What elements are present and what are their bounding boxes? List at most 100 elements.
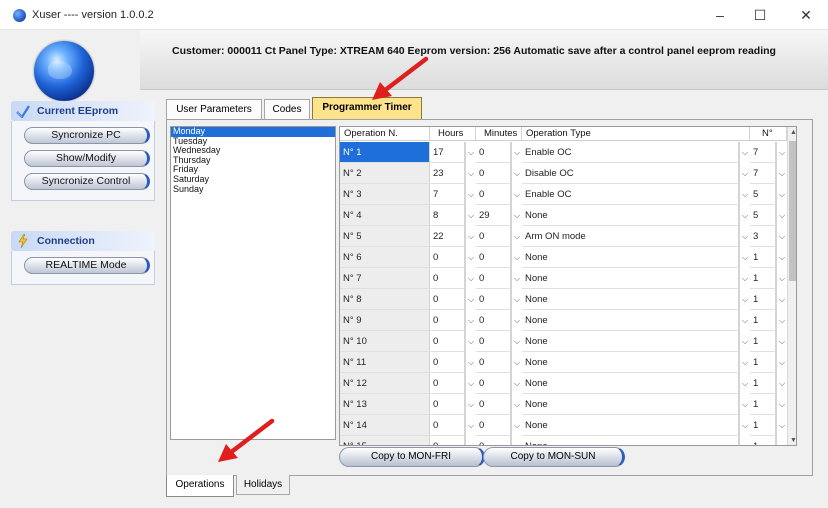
- table-row[interactable]: N° 12 0 ⌵ 0 ⌵ None ⌵ 1 ⌵: [340, 373, 796, 394]
- hours-dropdown-icon[interactable]: ⌵: [465, 163, 476, 184]
- operation-type-dropdown-icon[interactable]: ⌵: [739, 352, 750, 373]
- table-row[interactable]: N° 3 7 ⌵ 0 ⌵ Enable OC ⌵ 5 ⌵: [340, 184, 796, 205]
- operation-number-cell[interactable]: N° 3: [340, 184, 430, 205]
- operation-type-dropdown-icon[interactable]: ⌵: [739, 205, 750, 226]
- operation-type-select[interactable]: None: [522, 205, 739, 226]
- minutes-select[interactable]: 0: [476, 373, 511, 394]
- operation-number-cell[interactable]: N° 10: [340, 331, 430, 352]
- copy-mon-fri-button[interactable]: Copy to MON-FRI: [339, 447, 485, 467]
- scroll-up-icon[interactable]: ▲: [788, 127, 796, 139]
- number-select[interactable]: 5: [750, 184, 776, 205]
- number-dropdown-icon[interactable]: ⌵: [776, 352, 787, 373]
- number-dropdown-icon[interactable]: ⌵: [776, 436, 787, 445]
- operation-number-cell[interactable]: N° 5: [340, 226, 430, 247]
- operation-type-select[interactable]: Arm ON mode: [522, 226, 739, 247]
- operation-type-dropdown-icon[interactable]: ⌵: [739, 289, 750, 310]
- hours-dropdown-icon[interactable]: ⌵: [465, 142, 476, 163]
- minutes-dropdown-icon[interactable]: ⌵: [511, 415, 522, 436]
- table-row[interactable]: N° 9 0 ⌵ 0 ⌵ None ⌵ 1 ⌵: [340, 310, 796, 331]
- hours-select[interactable]: 0: [430, 331, 465, 352]
- minutes-select[interactable]: 29: [476, 205, 511, 226]
- hours-select[interactable]: 0: [430, 268, 465, 289]
- number-dropdown-icon[interactable]: ⌵: [776, 226, 787, 247]
- number-select[interactable]: 1: [750, 415, 776, 436]
- number-dropdown-icon[interactable]: ⌵: [776, 415, 787, 436]
- operation-type-select[interactable]: Enable OC: [522, 142, 739, 163]
- minutes-dropdown-icon[interactable]: ⌵: [511, 352, 522, 373]
- operation-number-cell[interactable]: N° 13: [340, 394, 430, 415]
- operation-type-dropdown-icon[interactable]: ⌵: [739, 415, 750, 436]
- hours-dropdown-icon[interactable]: ⌵: [465, 436, 476, 445]
- table-row[interactable]: N° 4 8 ⌵ 29 ⌵ None ⌵ 5 ⌵: [340, 205, 796, 226]
- operation-type-dropdown-icon[interactable]: ⌵: [739, 142, 750, 163]
- operation-type-select[interactable]: None: [522, 373, 739, 394]
- syncronize-pc-button[interactable]: Syncronize PC: [24, 127, 150, 144]
- scroll-down-icon[interactable]: ▼: [788, 435, 796, 445]
- number-dropdown-icon[interactable]: ⌵: [776, 331, 787, 352]
- number-select[interactable]: 1: [750, 247, 776, 268]
- operation-type-dropdown-icon[interactable]: ⌵: [739, 184, 750, 205]
- hours-dropdown-icon[interactable]: ⌵: [465, 268, 476, 289]
- minutes-dropdown-icon[interactable]: ⌵: [511, 373, 522, 394]
- number-dropdown-icon[interactable]: ⌵: [776, 268, 787, 289]
- minutes-select[interactable]: 0: [476, 247, 511, 268]
- minutes-dropdown-icon[interactable]: ⌵: [511, 436, 522, 445]
- operation-type-select[interactable]: None: [522, 394, 739, 415]
- minutes-select[interactable]: 0: [476, 226, 511, 247]
- hours-select[interactable]: 23: [430, 163, 465, 184]
- operation-type-dropdown-icon[interactable]: ⌵: [739, 226, 750, 247]
- operation-type-dropdown-icon[interactable]: ⌵: [739, 268, 750, 289]
- minutes-select[interactable]: 0: [476, 415, 511, 436]
- hours-select[interactable]: 7: [430, 184, 465, 205]
- operation-number-cell[interactable]: N° 6: [340, 247, 430, 268]
- number-dropdown-icon[interactable]: ⌵: [776, 247, 787, 268]
- minutes-dropdown-icon[interactable]: ⌵: [511, 184, 522, 205]
- minutes-dropdown-icon[interactable]: ⌵: [511, 331, 522, 352]
- operation-type-select[interactable]: None: [522, 310, 739, 331]
- realtime-mode-button[interactable]: REALTIME Mode: [24, 257, 150, 274]
- operation-type-select[interactable]: None: [522, 247, 739, 268]
- minutes-select[interactable]: 0: [476, 289, 511, 310]
- operation-number-cell[interactable]: N° 9: [340, 310, 430, 331]
- number-select[interactable]: 1: [750, 268, 776, 289]
- operation-type-dropdown-icon[interactable]: ⌵: [739, 436, 750, 445]
- minutes-select[interactable]: 0: [476, 331, 511, 352]
- number-select[interactable]: 7: [750, 163, 776, 184]
- operation-type-select[interactable]: None: [522, 352, 739, 373]
- table-row[interactable]: N° 6 0 ⌵ 0 ⌵ None ⌵ 1 ⌵: [340, 247, 796, 268]
- number-select[interactable]: 7: [750, 142, 776, 163]
- maximize-button[interactable]: ☐: [740, 4, 780, 26]
- minutes-dropdown-icon[interactable]: ⌵: [511, 226, 522, 247]
- hours-select[interactable]: 0: [430, 352, 465, 373]
- operation-type-select[interactable]: None: [522, 436, 739, 445]
- operation-number-cell[interactable]: N° 7: [340, 268, 430, 289]
- number-select[interactable]: 1: [750, 289, 776, 310]
- hours-select[interactable]: 0: [430, 373, 465, 394]
- minutes-select[interactable]: 0: [476, 310, 511, 331]
- number-dropdown-icon[interactable]: ⌵: [776, 205, 787, 226]
- minutes-dropdown-icon[interactable]: ⌵: [511, 394, 522, 415]
- table-row[interactable]: N° 8 0 ⌵ 0 ⌵ None ⌵ 1 ⌵: [340, 289, 796, 310]
- hours-select[interactable]: 22: [430, 226, 465, 247]
- operation-number-cell[interactable]: N° 14: [340, 415, 430, 436]
- number-select[interactable]: 1: [750, 352, 776, 373]
- minutes-dropdown-icon[interactable]: ⌵: [511, 289, 522, 310]
- operation-type-select[interactable]: None: [522, 331, 739, 352]
- operation-type-dropdown-icon[interactable]: ⌵: [739, 163, 750, 184]
- table-row[interactable]: N° 5 22 ⌵ 0 ⌵ Arm ON mode ⌵ 3 ⌵: [340, 226, 796, 247]
- operation-number-cell[interactable]: N° 12: [340, 373, 430, 394]
- minutes-select[interactable]: 0: [476, 142, 511, 163]
- operation-number-cell[interactable]: N° 1: [340, 142, 430, 163]
- minutes-select[interactable]: 0: [476, 394, 511, 415]
- operation-number-cell[interactable]: N° 8: [340, 289, 430, 310]
- operation-number-cell[interactable]: N° 11: [340, 352, 430, 373]
- tab-codes[interactable]: Codes: [264, 99, 310, 119]
- hours-select[interactable]: 0: [430, 394, 465, 415]
- table-row[interactable]: N° 11 0 ⌵ 0 ⌵ None ⌵ 1 ⌵: [340, 352, 796, 373]
- day-list[interactable]: Monday Tuesday Wednesday Thursday Friday…: [170, 126, 336, 440]
- tab-holidays[interactable]: Holidays: [236, 475, 290, 495]
- minutes-select[interactable]: 0: [476, 436, 511, 445]
- minutes-dropdown-icon[interactable]: ⌵: [511, 268, 522, 289]
- copy-mon-sun-button[interactable]: Copy to MON-SUN: [483, 447, 625, 467]
- number-select[interactable]: 1: [750, 394, 776, 415]
